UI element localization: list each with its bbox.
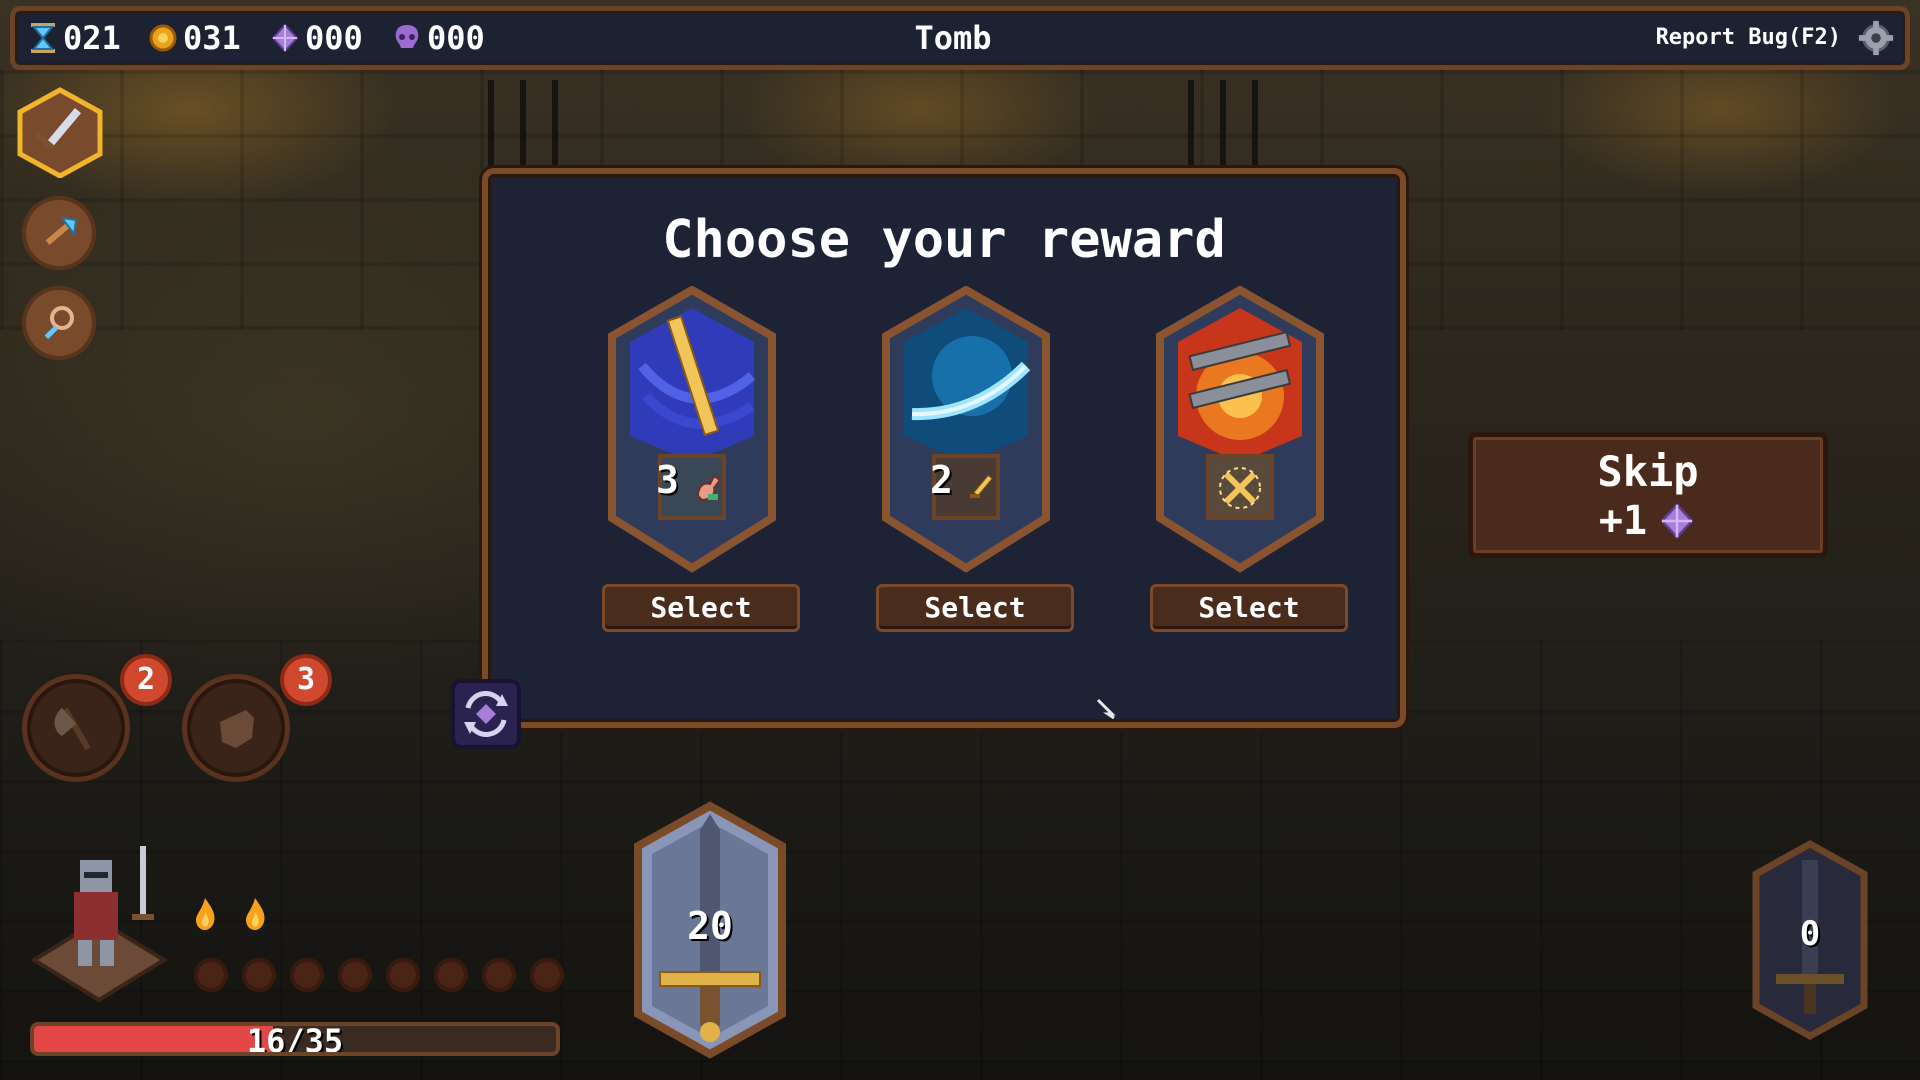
health-bar: 16/35 bbox=[30, 1022, 560, 1056]
sword-skill-slot[interactable] bbox=[14, 86, 106, 178]
flame-icon bbox=[246, 898, 265, 930]
flame-icon bbox=[196, 898, 215, 930]
energy-orb bbox=[242, 958, 276, 992]
flexed-arm-icon bbox=[696, 474, 722, 502]
energy-orb bbox=[386, 958, 420, 992]
select-button-2[interactable]: Select bbox=[876, 584, 1074, 632]
magnifier-icon bbox=[44, 306, 74, 340]
axe-icon bbox=[54, 707, 91, 751]
axe-skill-slot[interactable] bbox=[22, 196, 96, 270]
skip-label: Skip bbox=[1597, 447, 1699, 496]
reward-card-3[interactable] bbox=[1150, 286, 1330, 576]
card-count: 2 bbox=[930, 458, 953, 502]
location-title: Tomb bbox=[914, 19, 992, 57]
dialog-title: Choose your reward bbox=[662, 210, 1226, 270]
secondary-weapon-value: 0 bbox=[1799, 914, 1821, 954]
main-weapon-value: 20 bbox=[687, 904, 733, 948]
gear-icon[interactable] bbox=[1857, 19, 1895, 57]
reward-card-2[interactable]: 2 bbox=[876, 286, 1056, 576]
ability-badge: 2 bbox=[124, 658, 168, 702]
card-count: 3 bbox=[656, 458, 679, 502]
reroll-icon[interactable] bbox=[450, 678, 522, 750]
ability-slot-axe[interactable] bbox=[22, 674, 130, 782]
energy-orb bbox=[482, 958, 516, 992]
energy-orb bbox=[338, 958, 372, 992]
report-bug-button[interactable]: Report Bug(F2) bbox=[1656, 25, 1841, 50]
reward-card-1[interactable]: 3 bbox=[602, 286, 782, 576]
select-button-3[interactable]: Select bbox=[1150, 584, 1348, 632]
axe-icon bbox=[45, 216, 78, 245]
reward-dialog: Choose your reward 3 Select 2 Select Sel… bbox=[482, 168, 1406, 728]
purple-gem-icon bbox=[1660, 502, 1694, 540]
skip-reward: +1 bbox=[1473, 498, 1823, 544]
energy-orb bbox=[194, 958, 228, 992]
dagger-icon bbox=[970, 474, 993, 498]
skip-button[interactable]: Skip +1 bbox=[1468, 432, 1828, 558]
fist-icon bbox=[220, 710, 254, 748]
main-weapon-card[interactable]: 20 bbox=[630, 800, 790, 1060]
ability-slot-fist[interactable] bbox=[182, 674, 290, 782]
ability-badge: 3 bbox=[284, 658, 328, 702]
crossed-swords-icon bbox=[1219, 467, 1261, 509]
magnifier-skill-slot[interactable] bbox=[22, 286, 96, 360]
mouse-cursor-icon bbox=[1096, 698, 1116, 720]
energy-orb bbox=[434, 958, 468, 992]
top-bar: 021 031 000 000 Tomb Report Bug(F2) bbox=[10, 6, 1910, 70]
knight-avatar bbox=[30, 846, 168, 1003]
energy-orb bbox=[290, 958, 324, 992]
skip-reward-value: +1 bbox=[1598, 498, 1648, 544]
secondary-weapon-card[interactable]: 0 bbox=[1750, 839, 1870, 1041]
energy-orb bbox=[530, 958, 564, 992]
health-text: 16/35 bbox=[246, 1022, 344, 1056]
select-button-1[interactable]: Select bbox=[602, 584, 800, 632]
